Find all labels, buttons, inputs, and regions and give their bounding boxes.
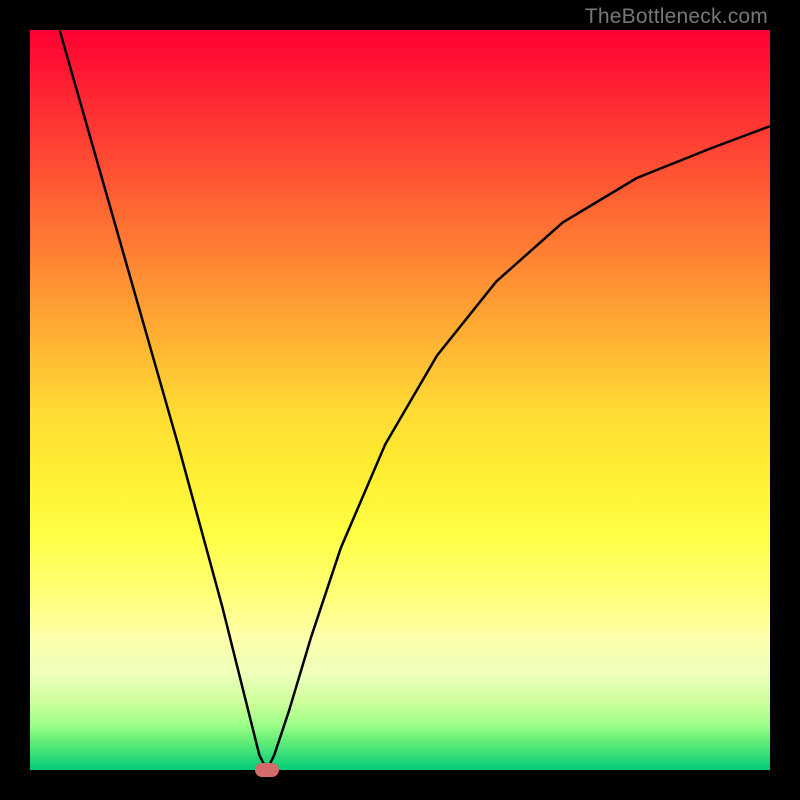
curve-layer [30,30,770,770]
watermark-label: TheBottleneck.com [585,5,768,29]
min-marker [255,763,279,777]
bottleneck-curve [60,30,770,770]
plot-area [30,30,770,770]
chart-frame: TheBottleneck.com [0,0,800,800]
